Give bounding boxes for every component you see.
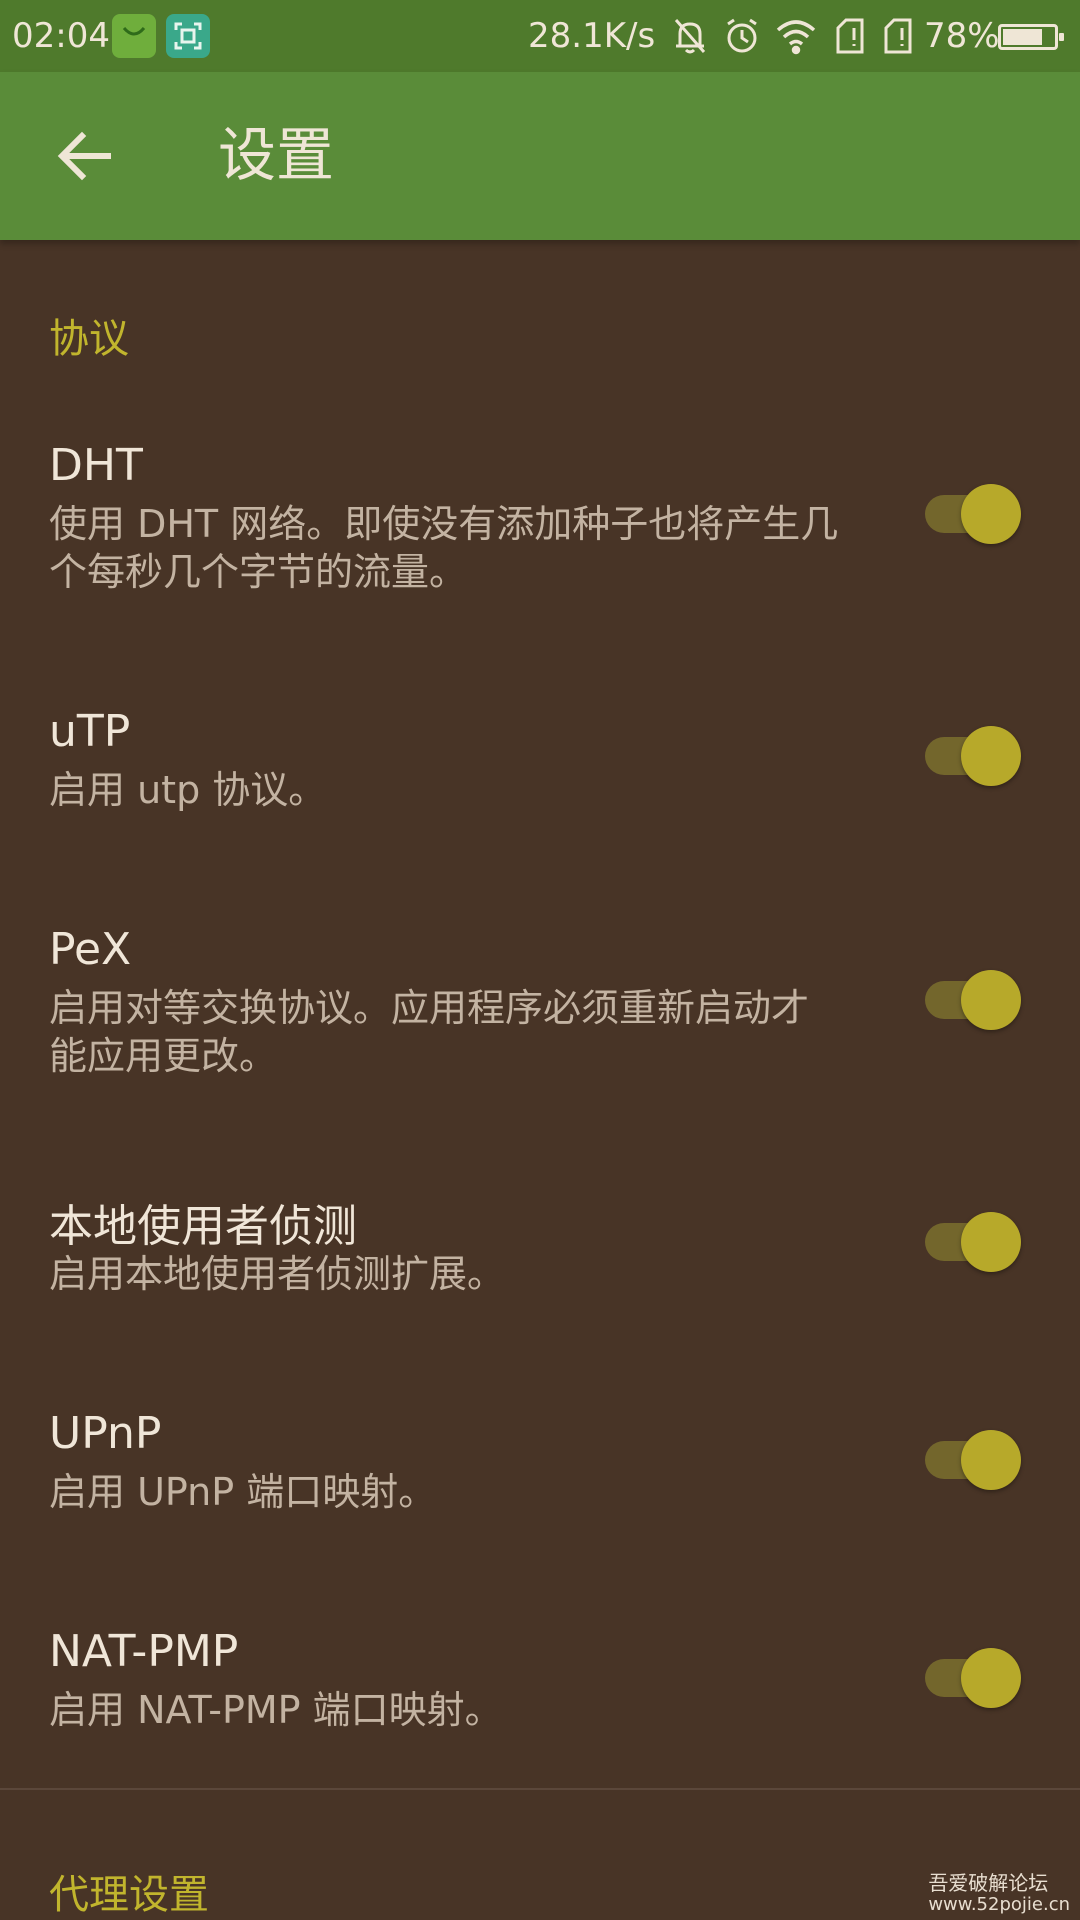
utp-switch[interactable] <box>925 726 1023 786</box>
pref-summary: 启用 utp 协议。 <box>49 768 327 812</box>
pex-switch[interactable] <box>925 970 1023 1030</box>
pref-summary: 启用本地使用者侦测扩展。 <box>49 1252 506 1296</box>
page-title: 设置 <box>218 121 335 189</box>
section-divider <box>0 1788 1080 1790</box>
mute-icon <box>672 16 708 65</box>
pref-title: UPnP <box>49 1408 162 1459</box>
pref-dht[interactable]: DHT 使用 DHT 网络。即使没有添加种子也将产生几个每秒几个字节的流量。 <box>0 440 1080 610</box>
watermark: 吾爱破解论坛 www.52pojie.cn <box>928 1872 1070 1916</box>
pref-pex[interactable]: PeX 启用对等交换协议。应用程序必须重新启动才能应用更改。 <box>0 924 1080 1094</box>
app-bar: 设置 <box>0 72 1080 240</box>
pref-title: 本地使用者侦测 <box>49 1201 357 1252</box>
pref-title: PeX <box>49 924 132 975</box>
pref-title: DHT <box>49 440 143 491</box>
app-store-icon <box>112 14 156 58</box>
pref-upnp[interactable]: UPnP 启用 UPnP 端口映射。 <box>0 1408 1080 1528</box>
pref-summary: 启用 UPnP 端口映射。 <box>49 1470 437 1514</box>
arrow-left-icon[interactable] <box>52 124 116 188</box>
pref-utp[interactable]: uTP 启用 utp 协议。 <box>0 706 1080 826</box>
section-header-protocol: 协议 <box>49 316 129 362</box>
alarm-icon <box>722 16 762 65</box>
battery-percent: 78% <box>924 16 1000 56</box>
pref-summary: 启用对等交换协议。应用程序必须重新启动才能应用更改。 <box>49 986 810 1078</box>
pref-title: uTP <box>49 706 131 757</box>
sim-icon <box>832 16 868 65</box>
local-peer-discovery-switch[interactable] <box>925 1212 1023 1272</box>
sim-icon <box>880 16 916 65</box>
watermark-line1: 吾爱破解论坛 <box>928 1871 1049 1895</box>
dht-switch[interactable] <box>925 484 1023 544</box>
wifi-icon <box>774 16 818 65</box>
section-header-proxy: 代理设置 <box>49 1872 209 1918</box>
network-speed: 28.1K/s <box>528 16 656 56</box>
pref-nat-pmp[interactable]: NAT-PMP 启用 NAT-PMP 端口映射。 <box>0 1626 1080 1746</box>
scan-icon <box>166 14 210 58</box>
watermark-line2: www.52pojie.cn <box>928 1894 1070 1915</box>
pref-local-peer-discovery[interactable]: 本地使用者侦测 启用本地使用者侦测扩展。 <box>0 1190 1080 1310</box>
battery-icon <box>998 24 1064 50</box>
upnp-switch[interactable] <box>925 1430 1023 1490</box>
pref-summary: 启用 NAT-PMP 端口映射。 <box>49 1688 503 1732</box>
status-bar: 02:04 28.1K/s 78% <box>0 0 1080 72</box>
nat-pmp-switch[interactable] <box>925 1648 1023 1708</box>
pref-title: NAT-PMP <box>49 1626 239 1677</box>
pref-summary: 使用 DHT 网络。即使没有添加种子也将产生几个每秒几个字节的流量。 <box>49 502 839 594</box>
status-time: 02:04 <box>12 16 110 56</box>
